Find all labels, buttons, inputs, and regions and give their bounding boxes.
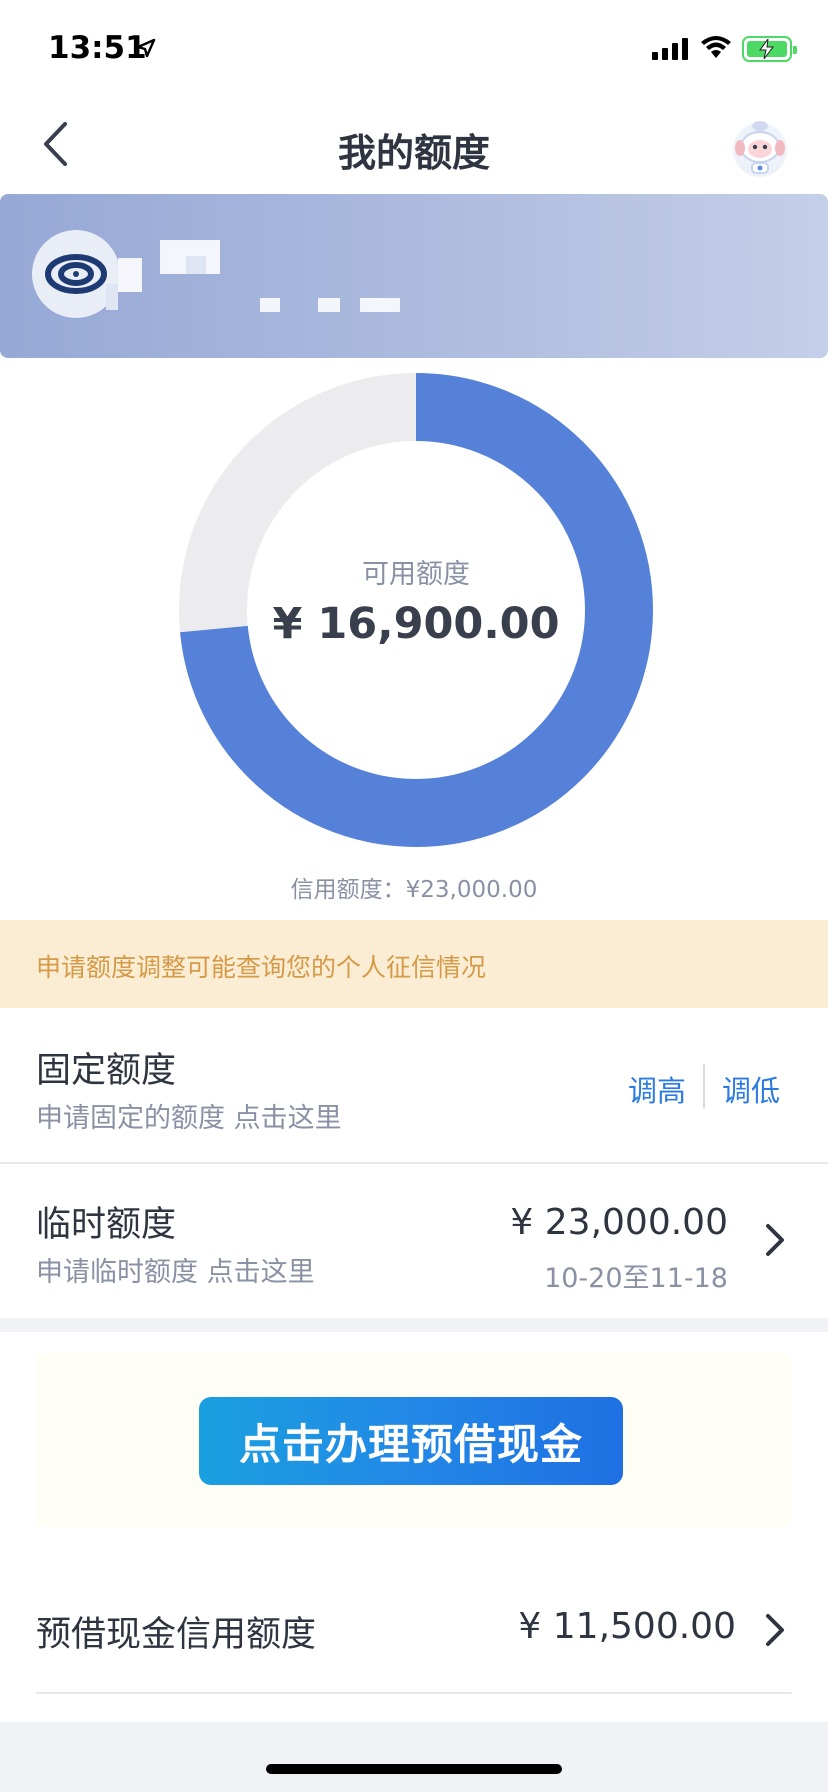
row-divider [36, 1692, 792, 1694]
credit-check-notice: 申请额度调整可能查询您的个人征信情况 [0, 920, 828, 1008]
cash-advance-promo-button[interactable]: 点击办理预借现金 [199, 1397, 623, 1485]
page-title: 我的额度 [337, 131, 490, 175]
available-credit-label: 可用额度 [362, 559, 470, 590]
available-credit-value: ¥ 16,900.00 [272, 599, 560, 649]
cash-advance-limit-amount[interactable]: ¥ 11,500.00 [518, 1606, 736, 1647]
credit-limit-text: 信用额度：¥23,000.00 [290, 877, 538, 903]
fixed-limit-row: 固定额度 申请固定的额度 点击这里 调高 调低 [0, 1008, 828, 1162]
temporary-limit-period: 10-20至11-18 [544, 1263, 728, 1294]
chevron-right-icon[interactable] [764, 1612, 786, 1648]
cash-advance-limit-title: 预借现金信用额度 [36, 1615, 317, 1655]
lower-limit-button[interactable]: 调低 [722, 1068, 780, 1110]
credit-donut-chart: 可用额度 ¥ 16,900.00 [178, 372, 654, 848]
wifi-icon [701, 36, 731, 58]
adjust-divider [703, 1064, 705, 1108]
cellular-signal-icon [652, 38, 688, 60]
section-separator [0, 1318, 828, 1332]
robot-mascot-icon[interactable] [728, 116, 792, 180]
temporary-limit-title: 临时额度 [36, 1205, 177, 1245]
fixed-limit-subtitle[interactable]: 申请固定的额度 点击这里 [36, 1096, 342, 1135]
raise-limit-button[interactable]: 调高 [628, 1068, 686, 1110]
redacted-card-number [260, 298, 280, 312]
bottom-safe-area [0, 1722, 828, 1792]
battery-charging-icon [742, 36, 797, 62]
home-indicator[interactable] [266, 1764, 562, 1774]
temporary-limit-subtitle: 申请临时额度 点击这里 [36, 1257, 315, 1288]
temporary-limit-row[interactable]: 临时额度 申请临时额度 点击这里 ¥ 23,000.00 10-20至11-18 [0, 1164, 828, 1318]
notice-text: 申请额度调整可能查询您的个人征信情况 [36, 953, 487, 982]
navigation-bar: 我的额度 [0, 96, 828, 192]
fixed-limit-title: 固定额度 [36, 1051, 177, 1091]
status-bar: 13:51 [0, 0, 828, 96]
temporary-limit-amount: ¥ 23,000.00 [510, 1202, 728, 1243]
status-time: 13:51 [48, 30, 147, 66]
bank-card-banner [0, 194, 828, 358]
chevron-right-icon [766, 1224, 784, 1256]
location-arrow-icon [136, 38, 156, 58]
